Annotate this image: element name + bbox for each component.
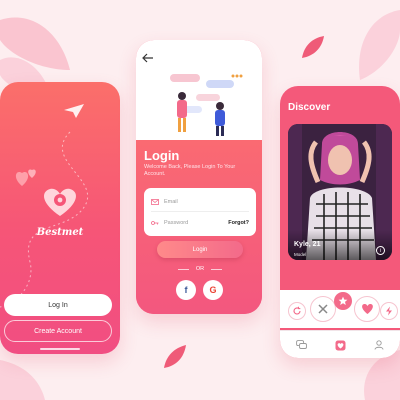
leaf-decoration [0, 360, 45, 400]
mail-icon [151, 198, 159, 205]
password-placeholder: Password [164, 220, 189, 226]
lightning-icon [386, 306, 392, 316]
profile-role: Model [294, 252, 307, 257]
rewind-button[interactable] [288, 302, 306, 320]
discover-screen: Discover Kyle, 21 Model i [280, 86, 400, 358]
heart-icon [361, 303, 373, 314]
bottom-tab-bar [280, 330, 400, 358]
or-divider: OR [178, 266, 222, 272]
super-like-button[interactable] [334, 292, 352, 310]
leaf-decoration [302, 36, 324, 58]
discover-title: Discover [288, 102, 331, 113]
login-submit-button[interactable]: Login [157, 241, 243, 258]
close-icon [318, 304, 328, 314]
refresh-icon [293, 306, 301, 315]
leaf-decoration [164, 345, 186, 368]
tab-match[interactable] [333, 338, 347, 352]
chat-couple-illustration [170, 74, 243, 136]
match-icon [335, 340, 345, 350]
tab-chat[interactable] [294, 338, 308, 352]
info-button[interactable]: i [376, 246, 385, 255]
star-icon [338, 296, 348, 305]
create-account-button[interactable]: Create Account [4, 320, 112, 342]
like-button[interactable] [354, 296, 380, 322]
profile-name: Kyle, 21 [294, 241, 321, 248]
brand-name: Bestmet [36, 227, 84, 238]
boost-button[interactable] [380, 302, 398, 320]
back-arrow-icon[interactable] [142, 53, 154, 63]
tab-profile[interactable] [372, 338, 386, 352]
chat-icon [295, 340, 307, 349]
login-subtitle: Welcome Back, Please Login To Your Accou… [144, 164, 236, 177]
login-button[interactable]: Log In [4, 294, 112, 316]
email-field[interactable]: Email [151, 192, 249, 212]
brand-logo: Bestmet [36, 186, 84, 238]
home-indicator [40, 348, 80, 350]
splash-screen: Bestmet Log In Create Account [0, 82, 120, 354]
google-login-button[interactable]: G [203, 280, 223, 300]
key-icon [151, 221, 159, 225]
login-title: Login [144, 148, 180, 163]
profile-photo[interactable] [288, 124, 392, 260]
password-field[interactable]: Password Forgot? [151, 213, 249, 233]
forgot-password-link[interactable]: Forgot? [228, 220, 249, 226]
login-form: Email Password Forgot? [144, 188, 256, 236]
facebook-login-button[interactable]: f [176, 280, 196, 300]
email-placeholder: Email [164, 198, 178, 205]
leaf-decoration [359, 10, 400, 80]
profile-photo-image [288, 124, 392, 260]
profile-icon [374, 340, 384, 350]
dislike-button[interactable] [310, 296, 336, 322]
heart-pin-logo-icon [44, 188, 76, 216]
login-illustration-area [136, 40, 262, 140]
login-screen: Login Welcome Back, Please Login To Your… [136, 40, 262, 314]
